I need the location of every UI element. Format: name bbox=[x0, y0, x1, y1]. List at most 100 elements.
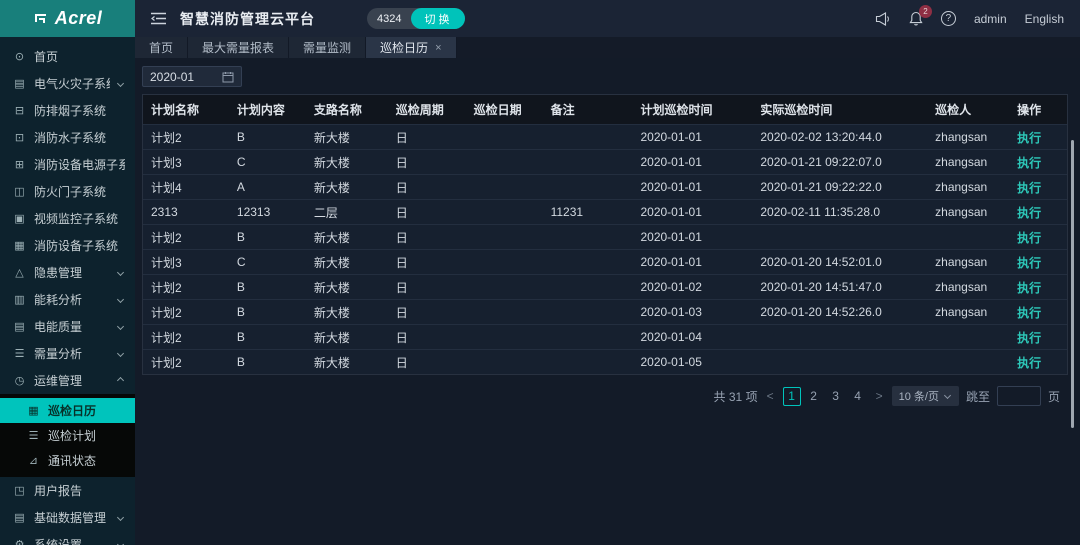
execute-link[interactable]: 执行 bbox=[1017, 281, 1041, 295]
cell-branch-name: 新大楼 bbox=[306, 304, 388, 321]
sidebar-item-label: 需量分析 bbox=[34, 345, 110, 362]
sidebar-item[interactable]: ▦ 消防设备子系统 bbox=[0, 232, 135, 259]
sidebar-item[interactable]: ▤ 电气火灾子系统 bbox=[0, 70, 135, 97]
page-number[interactable]: 3 bbox=[827, 387, 845, 406]
sidebar-item[interactable]: ▤ 电能质量 bbox=[0, 313, 135, 340]
cell-planned-time: 2020-01-01 bbox=[632, 255, 752, 269]
table-row[interactable]: 计划2 B 新大楼 日 2020-01-05 执行 bbox=[143, 349, 1067, 374]
sidebar-item[interactable]: ⊙ 首页 bbox=[0, 43, 135, 70]
user-menu[interactable]: admin bbox=[974, 12, 1007, 26]
sidebar-item[interactable]: ⚙ 系统设置 bbox=[0, 531, 135, 545]
tab[interactable]: 首页 bbox=[135, 37, 188, 58]
brand-logo: Acrel bbox=[0, 0, 135, 37]
comm-status-icon: ⊿ bbox=[27, 454, 40, 467]
cell-branch-name: 新大楼 bbox=[306, 154, 388, 171]
cell-actual-time: 2020-02-02 13:20:44.0 bbox=[752, 130, 927, 144]
cell-actual-time: 2020-01-21 09:22:07.0 bbox=[752, 155, 927, 169]
cell-branch-name: 二层 bbox=[306, 204, 388, 221]
cell-planned-time: 2020-01-01 bbox=[632, 180, 752, 194]
page-size-select[interactable]: 10 条/页 bbox=[892, 386, 959, 406]
sidebar-subitem[interactable]: ⊿ 通讯状态 bbox=[0, 448, 135, 473]
cell-remark: 11231 bbox=[543, 205, 633, 219]
execute-link[interactable]: 执行 bbox=[1017, 356, 1041, 370]
sidebar-item[interactable]: ⊞ 消防设备电源子系统 bbox=[0, 151, 135, 178]
execute-link[interactable]: 执行 bbox=[1017, 231, 1041, 245]
app-window: Acrel 智慧消防管理云平台 4324 切换 bbox=[0, 0, 1080, 545]
table-row[interactable]: 计划2 B 新大楼 日 2020-01-04 执行 bbox=[143, 324, 1067, 349]
sidebar-item[interactable]: ⊟ 防排烟子系统 bbox=[0, 97, 135, 124]
execute-link[interactable]: 执行 bbox=[1017, 131, 1041, 145]
tab[interactable]: 巡检日历 × bbox=[366, 37, 456, 58]
next-page-icon[interactable]: > bbox=[874, 389, 885, 403]
cell-planned-time: 2020-01-01 bbox=[632, 230, 752, 244]
announcement-icon[interactable] bbox=[875, 12, 891, 26]
execute-link[interactable]: 执行 bbox=[1017, 206, 1041, 220]
column-header: 巡检周期 bbox=[388, 101, 466, 118]
cell-plan-name: 2313 bbox=[143, 205, 229, 219]
cell-plan-name: 计划3 bbox=[143, 154, 229, 171]
jump-page-input[interactable] bbox=[997, 386, 1041, 406]
content-panel: 2020-01 计划名称 计划内容 bbox=[135, 58, 1080, 545]
inspection-calendar-icon: ▦ bbox=[27, 404, 40, 417]
tab[interactable]: 最大需量报表 bbox=[188, 37, 289, 58]
sidebar-item[interactable]: ◫ 防火门子系统 bbox=[0, 178, 135, 205]
sidebar-item[interactable]: ▤ 基础数据管理 bbox=[0, 504, 135, 531]
sidebar-item[interactable]: △ 隐患管理 bbox=[0, 259, 135, 286]
sidebar-item[interactable]: ◷ 运维管理 bbox=[0, 367, 135, 394]
execute-link[interactable]: 执行 bbox=[1017, 156, 1041, 170]
sidebar-item-label: 视频监控子系统 bbox=[34, 210, 125, 227]
cell-cycle: 日 bbox=[388, 304, 466, 321]
sidebar-subitem[interactable]: ▦ 巡检日历 bbox=[0, 398, 135, 423]
tab[interactable]: 需量监测 bbox=[289, 37, 366, 58]
electrical-fire-icon: ▤ bbox=[13, 77, 26, 90]
jump-suffix-label: 页 bbox=[1048, 388, 1060, 405]
tab-close-icon[interactable]: × bbox=[435, 42, 441, 54]
month-picker[interactable]: 2020-01 bbox=[142, 66, 242, 87]
scrollbar[interactable] bbox=[1071, 140, 1074, 428]
cell-actual-time: 2020-01-20 14:51:47.0 bbox=[752, 280, 927, 294]
table-row[interactable]: 计划2 B 新大楼 日 2020-01-02 2020-01-20 14:51:… bbox=[143, 274, 1067, 299]
cell-plan-name: 计划2 bbox=[143, 304, 229, 321]
sidebar-nav: ⊙ 首页 ▤ 电气火灾子系统 ⊟ 防排烟子系统 bbox=[0, 37, 135, 545]
cell-branch-name: 新大楼 bbox=[306, 129, 388, 146]
prev-page-icon[interactable]: < bbox=[765, 389, 776, 403]
execute-link[interactable]: 执行 bbox=[1017, 306, 1041, 320]
page-number[interactable]: 4 bbox=[849, 387, 867, 406]
switch-button[interactable]: 切换 bbox=[411, 8, 465, 29]
table-row[interactable]: 计划4 A 新大楼 日 2020-01-01 2020-01-21 09:22:… bbox=[143, 174, 1067, 199]
base-data-icon: ▤ bbox=[13, 511, 26, 524]
sidebar-subitem[interactable]: ☰ 巡检计划 bbox=[0, 423, 135, 448]
cell-planned-time: 2020-01-01 bbox=[632, 205, 752, 219]
sidebar-item[interactable]: ▥ 能耗分析 bbox=[0, 286, 135, 313]
table-row[interactable]: 计划2 B 新大楼 日 2020-01-03 2020-01-20 14:52:… bbox=[143, 299, 1067, 324]
execute-link[interactable]: 执行 bbox=[1017, 331, 1041, 345]
cell-plan-content: B bbox=[229, 305, 306, 319]
page-number[interactable]: 2 bbox=[805, 387, 823, 406]
sidebar-item[interactable]: ▣ 视频监控子系统 bbox=[0, 205, 135, 232]
cell-plan-name: 计划2 bbox=[143, 129, 229, 146]
cell-plan-content: B bbox=[229, 280, 306, 294]
sidebar-item[interactable]: ◳ 用户报告 bbox=[0, 477, 135, 504]
sidebar-item[interactable]: ⊡ 消防水子系统 bbox=[0, 124, 135, 151]
execute-link[interactable]: 执行 bbox=[1017, 181, 1041, 195]
page-number[interactable]: 1 bbox=[783, 387, 801, 406]
column-header: 实际巡检时间 bbox=[752, 101, 927, 118]
menu-fold-icon[interactable] bbox=[151, 12, 166, 25]
cell-planned-time: 2020-01-01 bbox=[632, 155, 752, 169]
notification-bell-icon[interactable]: 2 bbox=[909, 11, 923, 26]
table-row[interactable]: 计划2 B 新大楼 日 2020-01-01 2020-02-02 13:20:… bbox=[143, 124, 1067, 149]
language-switch[interactable]: English bbox=[1025, 12, 1064, 26]
table-row[interactable]: 计划2 B 新大楼 日 2020-01-01 执行 bbox=[143, 224, 1067, 249]
sidebar-item[interactable]: ☰ 需量分析 bbox=[0, 340, 135, 367]
help-icon[interactable]: ? bbox=[941, 11, 956, 26]
table-row[interactable]: 计划3 C 新大楼 日 2020-01-01 2020-01-20 14:52:… bbox=[143, 249, 1067, 274]
chevron-down-icon bbox=[944, 391, 951, 398]
table-row[interactable]: 计划3 C 新大楼 日 2020-01-01 2020-01-21 09:22:… bbox=[143, 149, 1067, 174]
cell-plan-content: B bbox=[229, 130, 306, 144]
table-row[interactable]: 2313 12313 二层 日 11231 2020-01-01 2020-02… bbox=[143, 199, 1067, 224]
cell-inspector: zhangsan bbox=[927, 180, 1009, 194]
user-report-icon: ◳ bbox=[13, 484, 26, 497]
page-title: 智慧消防管理云平台 bbox=[180, 9, 315, 29]
cell-plan-name: 计划2 bbox=[143, 279, 229, 296]
execute-link[interactable]: 执行 bbox=[1017, 256, 1041, 270]
